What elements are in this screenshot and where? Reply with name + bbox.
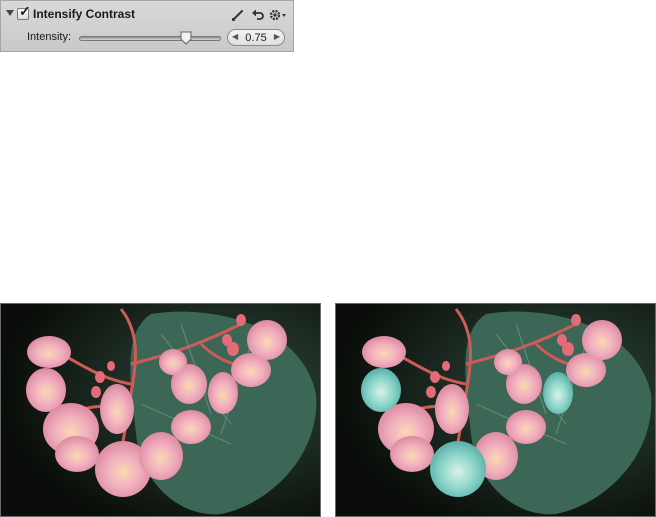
- intensity-slider[interactable]: [79, 31, 221, 45]
- photo-original: [0, 303, 321, 517]
- intensity-value[interactable]: 0.75: [240, 32, 272, 44]
- slider-track[interactable]: [79, 36, 221, 41]
- slider-thumb[interactable]: [180, 31, 192, 45]
- intensity-value-stepper[interactable]: ◀ 0.75 ▶: [227, 29, 285, 46]
- photo-with-overlay: [335, 303, 656, 517]
- panel-title: Intensify Contrast: [33, 7, 136, 21]
- increment-arrow-icon[interactable]: ▶: [274, 32, 280, 41]
- panel-header: ✓ Intensify Contrast: [1, 1, 293, 28]
- enable-checkbox[interactable]: ✓: [17, 4, 31, 20]
- decrement-arrow-icon[interactable]: ◀: [232, 32, 238, 41]
- intensity-row: Intensity: ◀ 0.75 ▶: [1, 28, 293, 52]
- checkmark-icon: ✓: [19, 3, 31, 19]
- gear-icon[interactable]: [269, 8, 287, 22]
- undo-icon[interactable]: [251, 8, 265, 22]
- brush-icon[interactable]: [231, 8, 245, 22]
- disclosure-triangle-icon[interactable]: [6, 10, 14, 16]
- intensity-label: Intensity:: [27, 31, 72, 43]
- adjustment-panel: ✓ Intensify Contrast Intensity: ◀ 0.75 ▶: [0, 0, 294, 52]
